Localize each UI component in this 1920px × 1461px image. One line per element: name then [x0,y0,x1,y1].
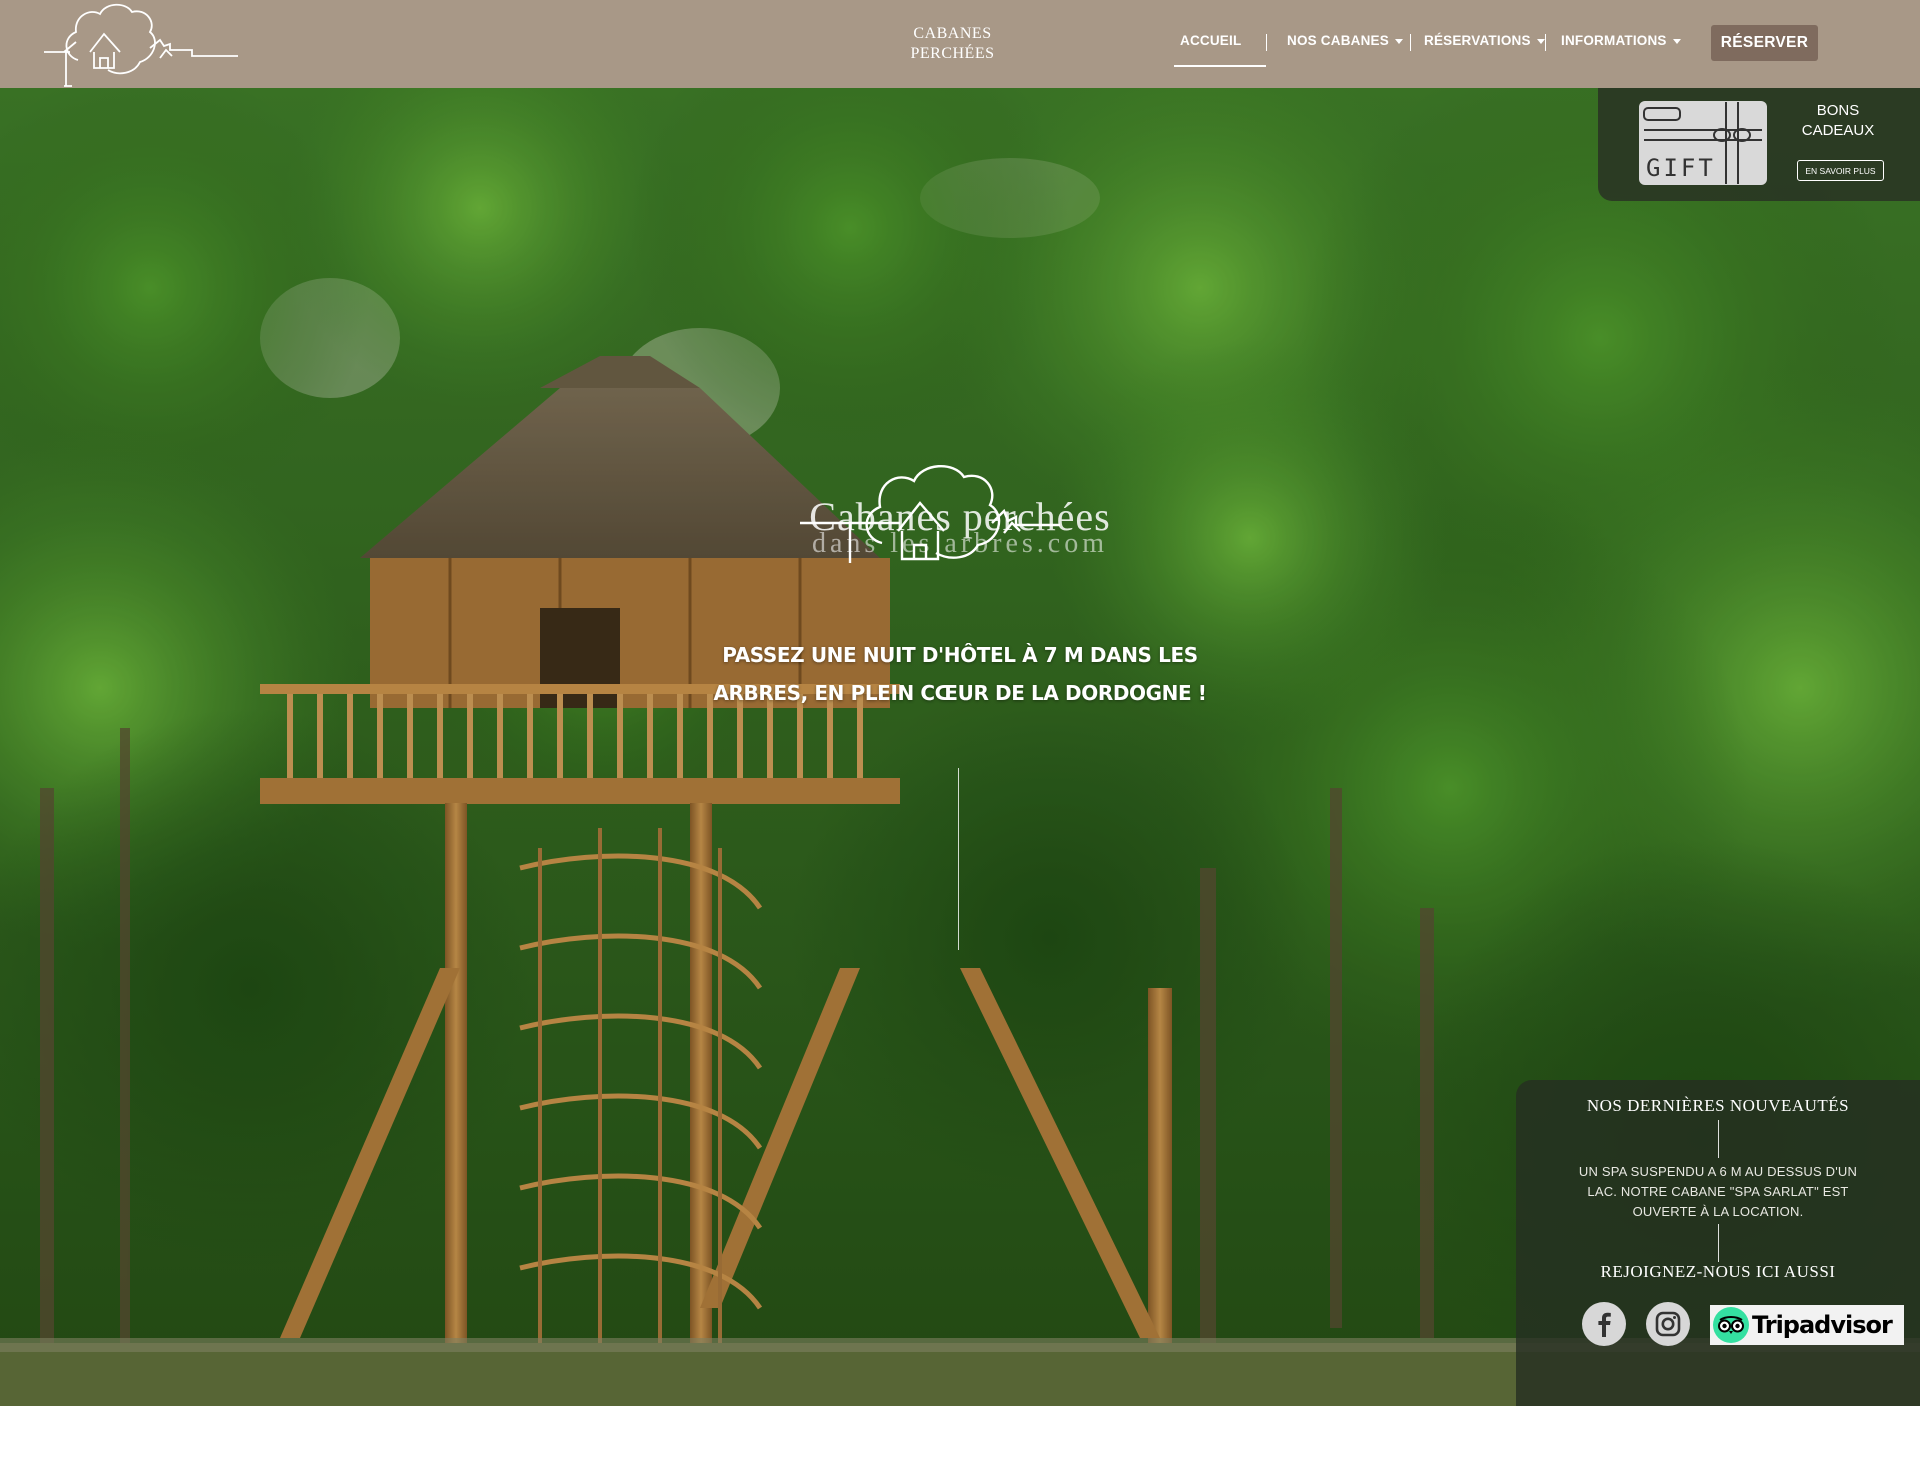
instagram-icon [1655,1311,1681,1337]
news-divider [1718,1120,1719,1158]
caret-down-icon [1536,38,1545,44]
active-nav-underline [1174,65,1266,67]
news-panel: NOS DERNIÈRES NOUVEAUTÉS UN SPA SUSPENDU… [1516,1080,1920,1406]
brand-line-1: CABANES [913,25,992,42]
gift-card-text: GIFT [1646,154,1716,182]
nav-label: RÉSERVATIONS [1424,33,1531,48]
facebook-link[interactable] [1582,1302,1626,1346]
caret-down-icon [1394,38,1403,44]
caret-down-icon [1672,38,1681,44]
site-header: CABANES PERCHÉES ACCUEIL NOS CABANES RÉS… [0,0,1920,88]
instagram-link[interactable] [1646,1302,1690,1346]
hero-tagline-line-2: ARBRES, EN PLEIN CŒUR DE LA DORDOGNE ! [713,681,1207,705]
nav-divider [1266,34,1267,51]
gift-title-line-1: BONS [1816,102,1860,119]
nav-divider [1545,34,1546,51]
hero-tagline-line-1: PASSEZ UNE NUIT D'HÔTEL À 7 M DANS LES [722,643,1198,667]
hero-tagline: PASSEZ UNE NUIT D'HÔTEL À 7 M DANS LES A… [690,636,1230,712]
nav-item-informations[interactable]: INFORMATIONS [1561,33,1681,48]
hero-divider-line [958,768,959,950]
nav-item-reservations[interactable]: RÉSERVATIONS [1424,33,1545,48]
gift-title: BONS CADEAUX [1788,101,1888,141]
brand-line-2: PERCHÉES [910,45,995,62]
tripadvisor-label: Tripadvisor [1752,1311,1893,1339]
nav-divider [1410,34,1411,51]
tripadvisor-link[interactable]: Tripadvisor [1710,1305,1904,1345]
news-title: NOS DERNIÈRES NOUVEAUTÉS [1586,1096,1850,1115]
gift-title-line-2: CADEAUX [1801,122,1875,139]
nav-item-accueil[interactable]: ACCUEIL [1180,33,1241,48]
gift-learn-more-button[interactable]: EN SAVOIR PLUS [1797,160,1884,181]
hero-logo-subtitle: dans les arbres.com [811,528,1109,559]
news-text: UN SPA SUSPENDU A 6 M AU DESSUS D'UN LAC… [1578,1164,1858,1219]
tripadvisor-owl-icon [1713,1307,1749,1343]
brand-name[interactable]: CABANES PERCHÉES [880,24,1025,64]
nav-label: ACCUEIL [1180,33,1242,48]
nav-label: NOS CABANES [1287,33,1389,48]
gift-card-panel: GIFT BONS CADEAUX EN SAVOIR PLUS [1598,88,1920,201]
reserve-button[interactable]: RÉSERVER [1711,25,1818,61]
site-logo[interactable] [42,0,242,88]
join-title: REJOIGNEZ-NOUS ICI AUSSI [1600,1262,1836,1281]
nav-item-nos-cabanes[interactable]: NOS CABANES [1287,33,1403,48]
gift-card-icon[interactable]: GIFT [1638,100,1768,186]
facebook-icon [1598,1312,1611,1337]
nav-label: INFORMATIONS [1561,33,1667,48]
news-divider [1718,1224,1719,1262]
